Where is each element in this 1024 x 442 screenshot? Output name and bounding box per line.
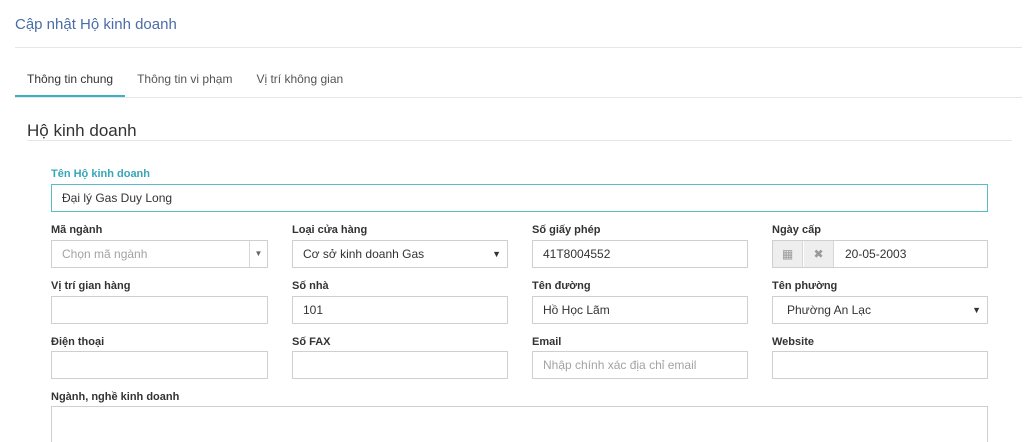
tab-bar: Thông tin chung Thông tin vi phạm Vị trí… — [15, 62, 355, 98]
booth-location-label: Vị trí gian hàng — [51, 280, 131, 292]
title-divider — [15, 47, 1022, 48]
business-name-value: Đại lý Gas Duy Long — [62, 191, 173, 205]
fax-input[interactable] — [292, 351, 508, 379]
license-no-label: Số giấy phép — [532, 224, 601, 236]
business-name-input[interactable]: Đại lý Gas Duy Long — [51, 184, 988, 212]
website-label: Website — [772, 336, 814, 348]
business-name-label: Tên Hộ kinh doanh — [51, 168, 150, 180]
tab-violation-info[interactable]: Thông tin vi phạm — [125, 62, 244, 98]
clear-icon[interactable]: ✖ — [804, 241, 834, 267]
ward-value: Phường An Lạc — [787, 303, 871, 317]
booth-location-input[interactable] — [51, 296, 268, 324]
house-no-value: 101 — [303, 303, 324, 317]
issue-date-value: 20-05-2003 — [845, 247, 907, 261]
industry-code-select[interactable]: Chọn mã ngành ▼ — [51, 240, 268, 268]
chevron-down-icon: ▼ — [972, 305, 981, 315]
industry-code-placeholder: Chọn mã ngành — [62, 247, 148, 261]
store-type-value: Cơ sở kinh doanh Gas — [303, 247, 425, 261]
street-input[interactable]: Hồ Học Lãm — [532, 296, 748, 324]
license-no-input[interactable]: 41T8004552 — [532, 240, 748, 268]
business-lines-textarea[interactable] — [51, 406, 988, 442]
license-no-value: 41T8004552 — [543, 247, 611, 261]
street-label: Tên đường — [532, 280, 591, 292]
issue-date-label: Ngày cấp — [772, 224, 821, 236]
website-input[interactable] — [772, 351, 988, 379]
issue-date-picker[interactable]: ▦ ✖ 20-05-2003 — [772, 240, 988, 268]
store-type-label: Loại cửa hàng — [292, 224, 368, 236]
calendar-icon[interactable]: ▦ — [773, 241, 803, 267]
business-lines-label: Ngành, nghề kinh doanh — [51, 391, 180, 403]
section-divider — [27, 140, 1012, 141]
page-title: Cập nhật Hộ kinh doanh — [15, 16, 177, 33]
house-no-input[interactable]: 101 — [292, 296, 508, 324]
ward-label: Tên phường — [772, 280, 838, 292]
email-label: Email — [532, 336, 562, 348]
tabs-divider — [15, 97, 1022, 98]
phone-label: Điện thoại — [51, 336, 105, 348]
street-value: Hồ Học Lãm — [543, 303, 610, 317]
section-title: Hộ kinh doanh — [27, 121, 137, 140]
email-placeholder: Nhập chính xác địa chỉ email — [543, 358, 697, 372]
tab-general-info[interactable]: Thông tin chung — [15, 62, 126, 98]
tab-spatial-location[interactable]: Vị trí không gian — [244, 62, 355, 98]
fax-label: Số FAX — [292, 336, 331, 348]
house-no-label: Số nhà — [292, 280, 329, 292]
phone-input[interactable] — [51, 351, 268, 379]
chevron-down-icon: ▼ — [492, 249, 501, 259]
ward-select[interactable]: Phường An Lạc ▼ — [772, 296, 988, 324]
chevron-down-icon[interactable]: ▼ — [249, 241, 267, 267]
industry-code-label: Mã ngành — [51, 224, 103, 236]
store-type-select[interactable]: Cơ sở kinh doanh Gas ▼ — [292, 240, 508, 268]
email-input[interactable]: Nhập chính xác địa chỉ email — [532, 351, 748, 379]
